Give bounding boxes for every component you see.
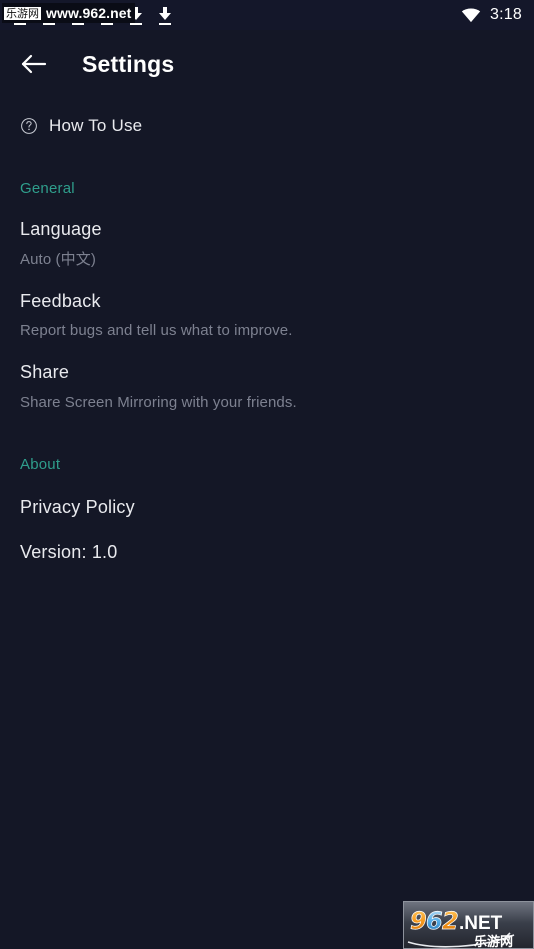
watermark-url-badge: 乐游网 www.962.net (2, 3, 136, 23)
app-screen: 3:18 乐游网 www.962.net Settings How To Use… (0, 0, 534, 949)
settings-item-title: Version: 1.0 (20, 542, 118, 563)
page-title: Settings (82, 50, 175, 77)
watermark-badge-label: 乐游网 (4, 6, 41, 20)
help-circle-icon (21, 118, 37, 134)
how-to-use-row[interactable]: How To Use (0, 98, 534, 136)
settings-item-subtitle: Auto (中文) (20, 250, 96, 268)
settings-item-title: Language (20, 219, 102, 239)
watermark-logo-graphic: 9 6 2 .NET 乐游网 (407, 907, 515, 949)
settings-item-version: Version: 1.0 (0, 518, 534, 564)
settings-item-share[interactable]: Share Share Screen Mirroring with your f… (0, 340, 534, 412)
svg-text:2: 2 (442, 907, 459, 935)
settings-item-title: Feedback (20, 290, 101, 311)
svg-text:.NET: .NET (459, 913, 503, 934)
settings-item-privacy-policy[interactable]: Privacy Policy (0, 473, 534, 519)
status-bar-system-icons: 3:18 (461, 6, 522, 24)
settings-item-title: Privacy Policy (20, 496, 135, 517)
wifi-icon (461, 8, 481, 22)
settings-item-title: Share (20, 362, 70, 383)
svg-text:乐游网: 乐游网 (474, 934, 513, 949)
download-icon (157, 6, 173, 25)
settings-item-language[interactable]: Language Auto (中文) (0, 197, 534, 269)
settings-item-subtitle: Share Screen Mirroring with your friends… (20, 393, 297, 411)
svg-text:6: 6 (426, 907, 443, 935)
watermark-url-label: www.962.net (46, 5, 132, 21)
settings-item-feedback[interactable]: Feedback Report bugs and tell us what to… (0, 269, 534, 341)
arrow-left-icon (21, 54, 47, 74)
how-to-use-label: How To Use (49, 116, 143, 135)
section-header-about: About (20, 455, 61, 473)
back-button[interactable] (18, 48, 50, 80)
settings-item-subtitle: Report bugs and tell us what to improve. (20, 322, 293, 340)
settings-list: How To Use General Language Auto (中文) Fe… (0, 98, 534, 564)
section-header-general: General (20, 180, 75, 197)
app-bar: Settings (0, 30, 534, 98)
watermark-logo: 9 6 2 .NET 乐游网 (403, 901, 534, 949)
status-bar-clock: 3:18 (490, 6, 522, 23)
svg-text:9: 9 (410, 907, 427, 935)
